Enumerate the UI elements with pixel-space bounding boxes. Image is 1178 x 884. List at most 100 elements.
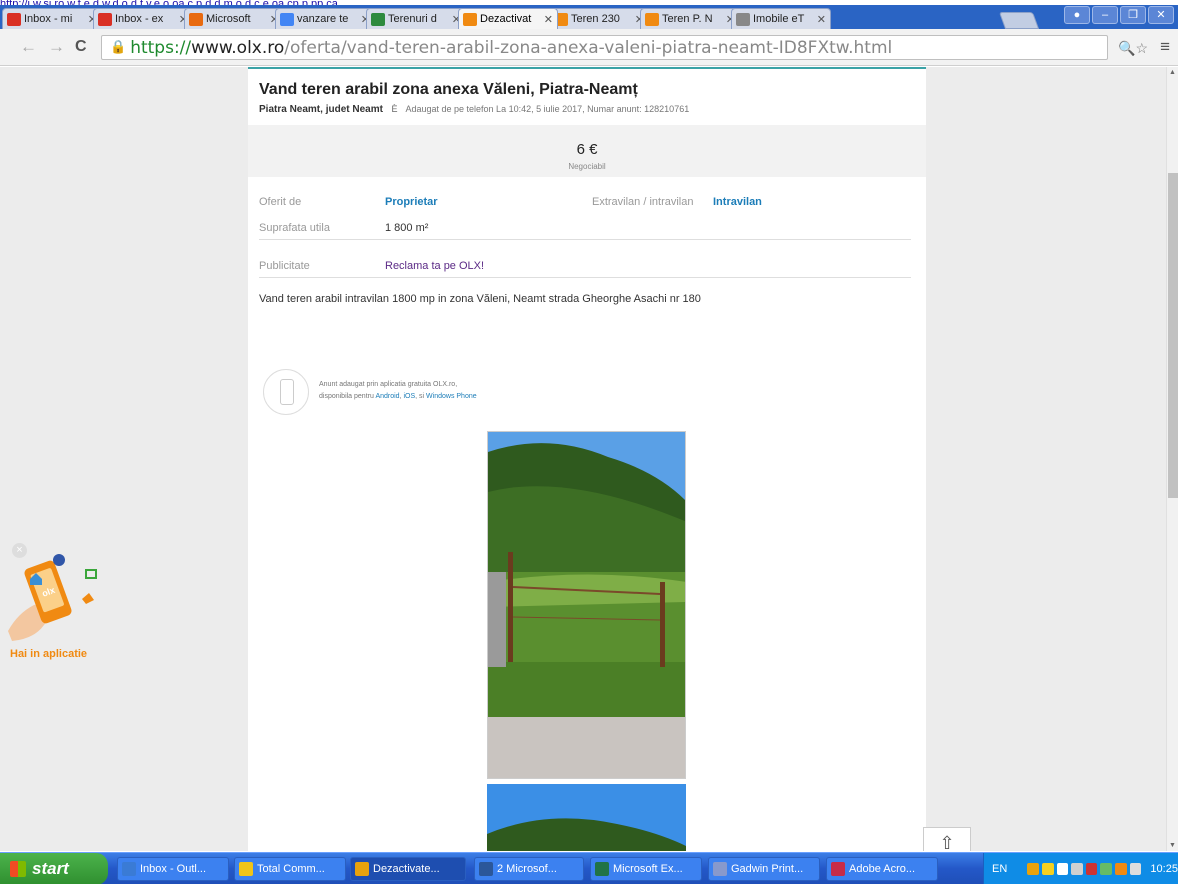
user-icon[interactable]: ● [1064,6,1090,24]
extravilan-label: Extravilan / intravilan [592,196,694,208]
address-bar[interactable]: 🔒 https://www.olx.ro/oferta/vand-teren-a… [101,35,1108,60]
taskbar-item-label: Gadwin Print... [731,863,804,875]
app-note-line1: Anunt adaugat prin aplicatia gratuita OL… [319,381,458,388]
extravilan-value[interactable]: Intravilan [713,196,762,208]
scrollbar-thumb[interactable] [1168,173,1178,498]
tray-icon[interactable] [1041,863,1054,875]
app-note-prefix: disponibila pentru [319,393,374,400]
app-icon [595,862,609,876]
negotiable-label: Negociabil [568,162,606,171]
forward-icon[interactable]: → [48,37,65,57]
browser-tab[interactable]: Terenuri d ✕ [366,8,466,29]
app-note: Anunt adaugat prin aplicatia gratuita OL… [263,369,663,417]
listing-card: Vand teren arabil zona anexa Văleni, Pia… [248,67,926,851]
taskbar-item-label: 2 Microsof... [497,863,557,875]
close-tab-icon[interactable]: ✕ [544,13,553,26]
tab-label: Teren P. N [662,13,713,25]
tray-icon[interactable] [1085,863,1098,875]
taskbar-item[interactable]: 2 Microsof... [474,857,584,881]
listing-location[interactable]: Piatra Neamt, judet Neamt [259,104,383,115]
taskbar-item-label: Microsoft Ex... [613,863,683,875]
olx-icon [463,12,477,26]
browser-tab[interactable]: Teren 230✕ [549,8,649,29]
app-icon [831,862,845,876]
close-window-button[interactable]: ✕ [1148,6,1174,24]
listing-photo[interactable] [487,431,686,779]
browser-tab[interactable]: Imobile eT ✕ [731,8,831,29]
page-scrollbar[interactable]: ▲ ▼ [1166,67,1178,851]
tab-label: Teren 230 [571,13,620,25]
tray-icon[interactable] [1129,863,1142,875]
app-promo[interactable]: × olx Hai in aplicatie [4,543,114,660]
tray-icon[interactable] [1071,863,1083,875]
tray-icon[interactable] [1027,863,1039,875]
tab-label: Inbox - ex [115,13,164,25]
scroll-up-icon[interactable]: ▲ [1169,69,1176,76]
clock: 10:25 [1150,863,1178,875]
taskbar-item-label: Adobe Acro... [849,863,916,875]
windows-taskbar: start Inbox - Outl... Total Comm... Dezact… [0,852,1178,884]
menu-icon[interactable]: ≡ [1160,37,1170,57]
zz-icon [371,12,385,26]
listing-photo[interactable] [487,784,686,851]
restore-button[interactable]: ❐ [1120,6,1146,24]
tray-icon[interactable] [1115,863,1127,875]
gmail-icon [98,12,112,26]
taskbar-item[interactable]: Inbox - Outl... [117,857,229,881]
field-photo-image [488,432,685,778]
new-tab-button[interactable] [998,12,1040,29]
lock-icon: 🔒 [110,40,127,55]
language-indicator[interactable]: EN [992,863,1007,875]
field-photo-image [487,784,686,851]
tray-icon[interactable] [1056,863,1069,875]
taskbar-item[interactable]: Gadwin Print... [708,857,820,881]
ad-link[interactable]: Reclama ta pe OLX! [385,260,484,272]
browser-tab[interactable]: Inbox - ex✕ [93,8,193,29]
windows-phone-link[interactable]: Windows Phone [426,393,477,400]
start-button[interactable]: start [0,853,108,884]
phone-hand-illustration: olx [8,554,97,641]
url-host: www.olx.ro [191,37,285,58]
tab-label: vanzare te [297,13,349,25]
tray-icon[interactable] [1100,863,1113,875]
app-icon [239,862,253,876]
android-link[interactable]: Android [375,393,399,400]
divider [259,239,911,240]
app-icon [122,862,136,876]
promo-label[interactable]: Hai in aplicatie [10,648,87,660]
tab-label: Dezactivat [480,13,532,25]
taskbar-item-label: Dezactivate... [373,863,440,875]
reload-icon[interactable]: C [75,37,87,57]
system-tray: EN 10:25 [983,853,1178,884]
close-icon[interactable]: × [12,543,27,558]
page-viewport[interactable]: × olx Hai in aplicatie Vand teren arabil… [0,67,1166,851]
price-box: 6 € Negociabil [248,125,926,177]
url-path: /oferta/vand-teren-arabil-zona-anexa-val… [284,37,893,58]
browser-tab[interactable]: vanzare te✕ [275,8,375,29]
taskbar-item[interactable]: Total Comm... [234,857,346,881]
ios-link[interactable]: iOS [403,393,415,400]
back-icon[interactable]: ← [20,37,37,57]
browser-tab[interactable]: Microsoft✕ [184,8,284,29]
back-to-top-button[interactable]: ⇧ [923,827,971,851]
taskbar-item[interactable]: Dezactivate... [350,857,466,881]
zoom-star-icons[interactable]: 🔍☆ [1118,40,1148,57]
browser-tab[interactable]: Dezactivat ✕ [458,8,558,29]
taskbar-item[interactable]: Adobe Acro... [826,857,938,881]
listing-meta: Piatra Neamt, judet Neamt È Adaugat de p… [259,104,689,115]
office-icon [189,12,203,26]
taskbar-item[interactable]: Microsoft Ex... [590,857,702,881]
close-tab-icon[interactable]: ✕ [817,13,826,26]
listing-title: Vand teren arabil zona anexa Văleni, Pia… [259,81,638,98]
ad-label: Publicitate [259,260,310,272]
offered-by-label: Oferit de [259,196,302,208]
olx-icon [645,12,659,26]
divider [259,277,911,278]
scroll-down-icon[interactable]: ▼ [1169,842,1176,849]
tab-label: Microsoft [206,13,251,25]
offered-by-value[interactable]: Proprietar [385,196,438,208]
browser-tab[interactable]: Teren P. N✕ [640,8,740,29]
minimize-button[interactable]: – [1092,6,1118,24]
gmail-icon [7,12,21,26]
browser-tab[interactable]: Inbox - mi✕ [2,8,102,29]
